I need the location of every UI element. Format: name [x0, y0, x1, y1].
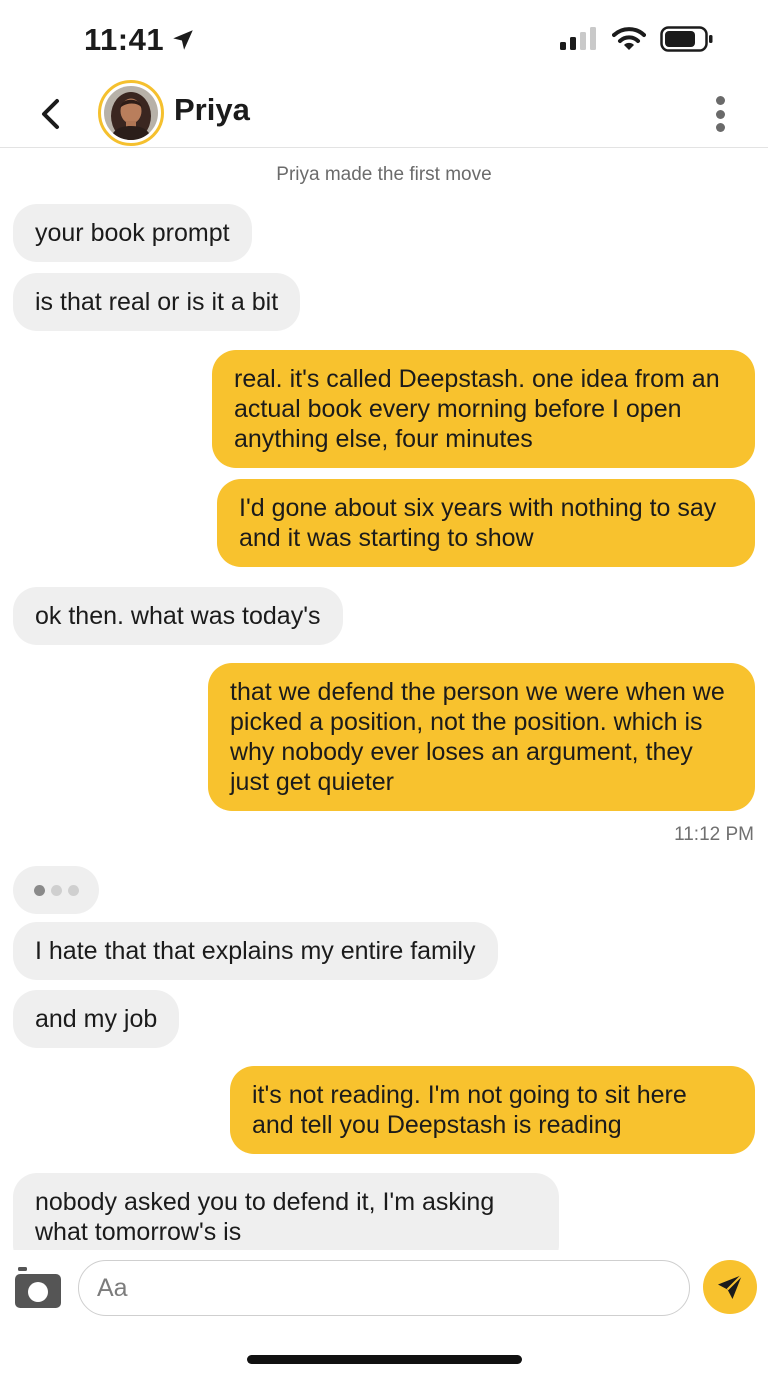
- more-vertical-icon-dot: [715, 123, 725, 132]
- typing-dot: [67, 884, 79, 896]
- outgoing-message[interactable]: it's not reading. I'm not going to sit h…: [230, 1066, 755, 1154]
- incoming-message[interactable]: nobody asked you to defend it, I'm askin…: [13, 1173, 559, 1250]
- contact-name[interactable]: Priya: [174, 92, 250, 128]
- more-vertical-icon: [715, 96, 725, 105]
- message-list[interactable]: Priya made the first move your book prom…: [0, 150, 768, 1250]
- typing-dot: [33, 884, 45, 896]
- match-system-note: Priya made the first move: [276, 164, 492, 185]
- chat-header: Priya: [0, 80, 768, 148]
- message-composer: [0, 1250, 768, 1330]
- camera-icon[interactable]: [14, 1266, 62, 1310]
- send-button[interactable]: [703, 1260, 757, 1314]
- outgoing-message[interactable]: I'd gone about six years with nothing to…: [217, 479, 755, 567]
- incoming-message[interactable]: I hate that that explains my entire fami…: [13, 922, 498, 980]
- send-icon: [718, 1274, 743, 1299]
- outgoing-message[interactable]: that we defend the person we were when w…: [208, 663, 755, 811]
- avatar[interactable]: [98, 80, 164, 146]
- wifi-icon: [612, 27, 646, 50]
- incoming-message[interactable]: ok then. what was today's: [13, 587, 343, 645]
- home-indicator[interactable]: [247, 1355, 522, 1364]
- more-vertical-icon-dot: [715, 109, 725, 119]
- message-timestamp: 11:12 PM: [674, 824, 754, 845]
- cellular-signal-icon: [560, 27, 596, 50]
- message-input[interactable]: [78, 1260, 690, 1316]
- status-icons: [560, 26, 714, 52]
- incoming-message[interactable]: and my job: [13, 990, 180, 1048]
- back-chevron-icon: [42, 99, 59, 129]
- incoming-message[interactable]: is that real or is it a bit: [13, 273, 301, 331]
- avatar-photo: [104, 86, 158, 140]
- status-time-group: 11:41: [84, 22, 196, 58]
- status-time: 11:41: [84, 22, 165, 57]
- status-bar: 11:41: [0, 0, 768, 80]
- outgoing-message[interactable]: real. it's called Deepstash. one idea fr…: [212, 350, 755, 468]
- typing-indicator: [13, 866, 99, 914]
- typing-dot: [50, 884, 62, 896]
- battery-icon: [660, 26, 713, 52]
- more-options-button[interactable]: [708, 92, 732, 136]
- location-arrow-icon: [173, 30, 193, 50]
- back-button[interactable]: [30, 94, 70, 134]
- incoming-message[interactable]: your book prompt: [13, 204, 252, 262]
